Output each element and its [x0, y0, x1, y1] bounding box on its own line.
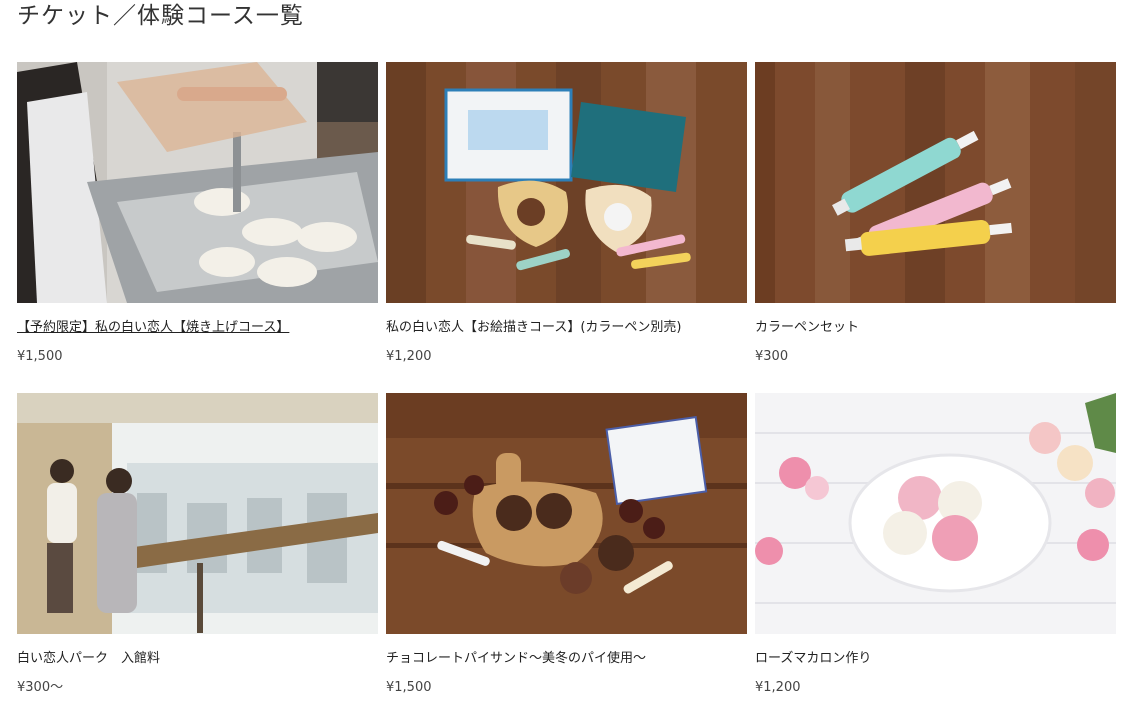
product-title[interactable]: 【予約限定】私の白い恋人【焼き上げコース】 — [17, 320, 378, 336]
product-grid: 【予約限定】私の白い恋人【焼き上げコース】 ¥1,500 私の白い恋人【お絵描き… — [17, 62, 1116, 724]
product-price: ¥300〜 — [17, 680, 64, 695]
product-price: ¥300 — [755, 349, 789, 364]
product-title[interactable]: チョコレートパイサンド〜美冬のパイ使用〜 — [386, 651, 747, 667]
product-card-park-admission[interactable]: 白い恋人パーク 入館料 ¥300〜 — [17, 393, 378, 724]
decorated-cookies-photo[interactable] — [386, 62, 747, 303]
product-title[interactable]: 私の白い恋人【お絵描きコース】(カラーペン別売) — [386, 320, 747, 336]
product-card-baking-course[interactable]: 【予約限定】私の白い恋人【焼き上げコース】 ¥1,500 — [17, 62, 378, 393]
product-card-rose-macaron[interactable]: ローズマカロン作り ¥1,200 — [755, 393, 1116, 724]
page-title: チケット／体験コース一覧 — [17, 3, 304, 29]
chocolate-pie-photo[interactable] — [386, 393, 747, 634]
rose-macaron-photo[interactable] — [755, 393, 1116, 634]
product-card-chocolate-pie-sandwich[interactable]: チョコレートパイサンド〜美冬のパイ使用〜 ¥1,500 — [386, 393, 747, 724]
product-price: ¥1,200 — [755, 680, 801, 695]
product-price: ¥1,500 — [17, 349, 63, 364]
baking-press-photo[interactable] — [17, 62, 378, 303]
product-card-drawing-course[interactable]: 私の白い恋人【お絵描きコース】(カラーペン別売) ¥1,200 — [386, 62, 747, 393]
color-pens-photo[interactable] — [755, 62, 1116, 303]
product-title[interactable]: ローズマカロン作り — [755, 651, 1116, 667]
product-title[interactable]: 白い恋人パーク 入館料 — [17, 651, 378, 667]
product-price: ¥1,200 — [386, 349, 432, 364]
product-title[interactable]: カラーペンセット — [755, 320, 1116, 336]
product-price: ¥1,500 — [386, 680, 432, 695]
product-card-color-pen-set[interactable]: カラーペンセット ¥300 — [755, 62, 1116, 393]
factory-tour-photo[interactable] — [17, 393, 378, 634]
